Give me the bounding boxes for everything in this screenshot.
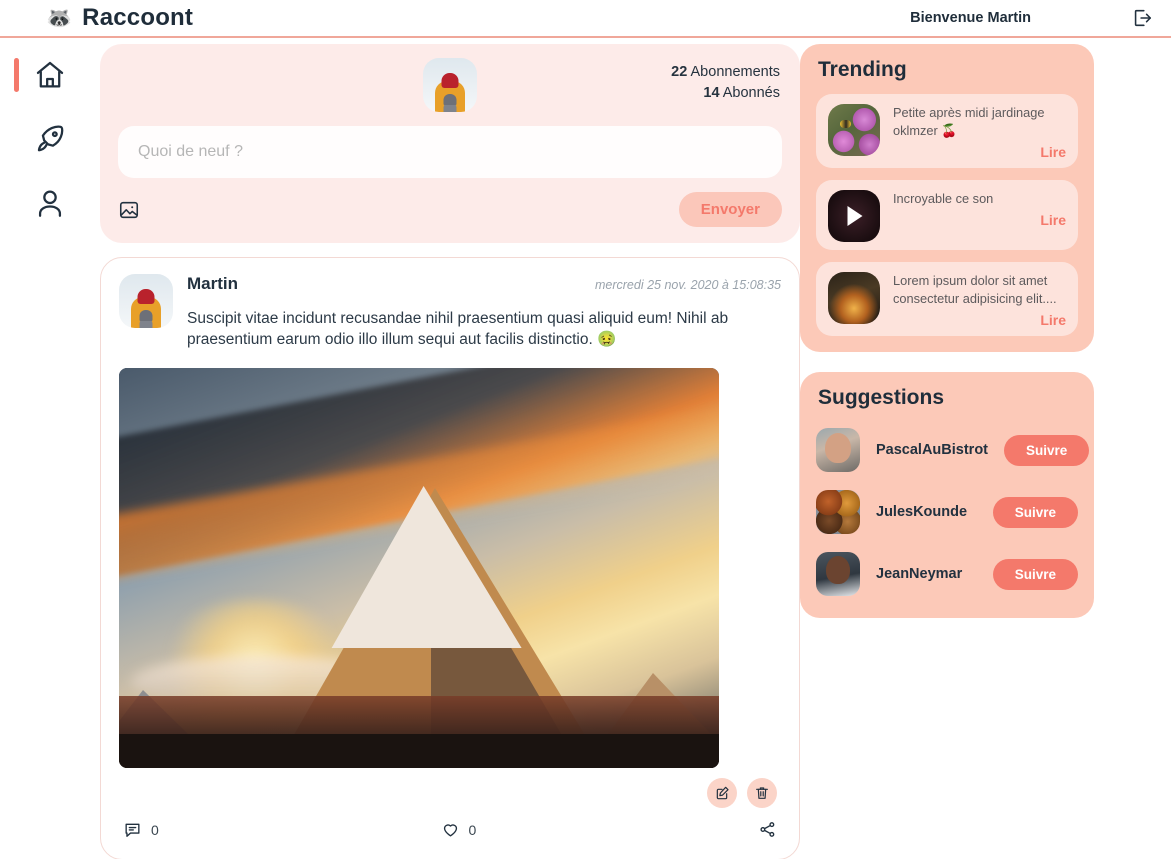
app-title: Raccoont (82, 4, 194, 31)
like-count: 0 (468, 821, 477, 838)
trending-body: Incroyable ce son Lire (893, 190, 1066, 242)
send-button[interactable]: Envoyer (678, 192, 782, 227)
sidebar-nav (0, 38, 100, 859)
suggestions-title: Suggestions (818, 386, 945, 409)
following-count: 22 (671, 64, 688, 80)
trending-body: Lorem ipsum dolor sit amet consectetur a… (893, 272, 1066, 328)
trending-item[interactable]: Petite après midi jardinage oklmzer 🍒 Li… (816, 94, 1078, 168)
post-body-text: Suscipit vitae incidunt recusandae nihil… (187, 310, 729, 348)
trending-item[interactable]: Incroyable ce son Lire (816, 180, 1078, 250)
comment-count: 0 (151, 821, 159, 838)
edit-post-button[interactable] (707, 778, 737, 808)
image-upload-button[interactable] (118, 199, 140, 221)
follow-button[interactable]: Suivre (1004, 434, 1090, 466)
post-text-input[interactable] (118, 126, 782, 178)
like-action[interactable]: 0 (441, 820, 477, 839)
following-label: Abonnements (690, 64, 780, 80)
post-timestamp: mercredi 25 nov. 2020 à 15:08:35 (594, 278, 781, 292)
flowers-thumbnail (828, 104, 880, 156)
read-link[interactable]: Lire (893, 144, 1066, 160)
fire-thumbnail (828, 272, 880, 324)
page-layout: 22 Abonnements 14 Abonnés Quoi de neuf ?… (0, 38, 1171, 859)
suggestion-avatar[interactable] (816, 552, 860, 596)
rocket-icon (37, 125, 64, 152)
trending-text: Petite après midi jardinage oklmzer 🍒 (893, 105, 1045, 138)
post-card: Martin mercredi 25 nov. 2020 à 15:08:35 … (100, 257, 800, 859)
peak-snow-shape (331, 486, 522, 648)
trending-title: Trending (818, 58, 907, 81)
share-action[interactable] (758, 820, 777, 839)
post-footer: 0 0 (119, 808, 781, 849)
trending-item[interactable]: Lorem ipsum dolor sit amet consectetur a… (816, 262, 1078, 336)
suggestion-avatar[interactable] (816, 490, 860, 534)
sidebar-item-home[interactable] (14, 52, 81, 98)
profile-counts: 22 Abonnements 14 Abonnés (671, 62, 780, 104)
post-author-avatar[interactable] (119, 274, 173, 328)
header-right: Bienvenue Martin (910, 7, 1153, 29)
sidebar-item-explore[interactable] (19, 116, 81, 162)
right-sidebar: Trending Petite après midi jardinage okl… (800, 38, 1140, 859)
suggestions-panel: Suggestions PascalAuBistrot Suivre Jules… (800, 372, 1094, 618)
post-header: Martin mercredi 25 nov. 2020 à 15:08:35 … (119, 274, 781, 350)
following-count-row: 22 Abonnements (671, 62, 780, 83)
post-composer: 22 Abonnements 14 Abonnés Quoi de neuf ?… (100, 44, 800, 243)
suggestion-row: JeanNeymar Suivre (816, 546, 1078, 602)
composer-actions: Envoyer (118, 192, 782, 227)
trending-panel: Trending Petite après midi jardinage okl… (800, 44, 1094, 352)
read-link[interactable]: Lire (893, 212, 1066, 228)
avatar (423, 58, 477, 112)
suggestion-avatar[interactable] (816, 428, 860, 472)
followers-label: Abonnés (722, 85, 780, 101)
video-thumbnail (828, 190, 880, 242)
app-header: 🦝 Raccoont Bienvenue Martin (0, 0, 1171, 38)
heart-icon (443, 824, 457, 837)
delete-post-button[interactable] (747, 778, 777, 808)
user-icon (38, 190, 62, 217)
follow-button[interactable]: Suivre (992, 496, 1078, 528)
share-icon (760, 822, 775, 837)
image-icon (119, 201, 139, 218)
suggestion-username[interactable]: JulesKounde (876, 504, 977, 520)
suggestion-username[interactable]: PascalAuBistrot (876, 442, 988, 458)
read-link[interactable]: Lire (893, 312, 1066, 328)
sidebar-item-profile[interactable] (19, 180, 81, 226)
trending-text: Lorem ipsum dolor sit amet consectetur a… (893, 273, 1057, 306)
suggestion-row: PascalAuBistrot Suivre (816, 422, 1090, 478)
feed-column: 22 Abonnements 14 Abonnés Quoi de neuf ?… (100, 38, 800, 859)
follow-button[interactable]: Suivre (992, 558, 1078, 590)
raccoon-logo-icon: 🦝 (46, 6, 73, 30)
composer-top: 22 Abonnements 14 Abonnés (118, 58, 782, 120)
suggestion-username[interactable]: JeanNeymar (876, 566, 977, 582)
brand[interactable]: 🦝 Raccoont (46, 4, 193, 32)
followers-count: 14 (703, 85, 720, 101)
trash-icon (756, 787, 768, 799)
trending-text: Incroyable ce son (893, 191, 994, 206)
trending-body: Petite après midi jardinage oklmzer 🍒 Li… (893, 104, 1066, 160)
home-icon (36, 61, 64, 88)
post-tools (119, 778, 781, 808)
foreground-ridge-dark (119, 734, 719, 768)
followers-count-row: 14 Abonnés (671, 83, 780, 104)
logout-icon[interactable] (1131, 7, 1153, 29)
comment-action[interactable]: 0 (123, 820, 159, 839)
post-author-name[interactable]: Martin (187, 274, 238, 294)
post-author-column: Martin mercredi 25 nov. 2020 à 15:08:35 … (187, 274, 781, 350)
post-image[interactable] (119, 368, 719, 768)
welcome-message: Bienvenue Martin (910, 10, 1031, 26)
edit-icon (716, 786, 729, 800)
comment-icon (125, 823, 140, 837)
suggestion-row: JulesKounde Suivre (816, 484, 1078, 540)
post-author-row: Martin mercredi 25 nov. 2020 à 15:08:35 (187, 274, 781, 294)
